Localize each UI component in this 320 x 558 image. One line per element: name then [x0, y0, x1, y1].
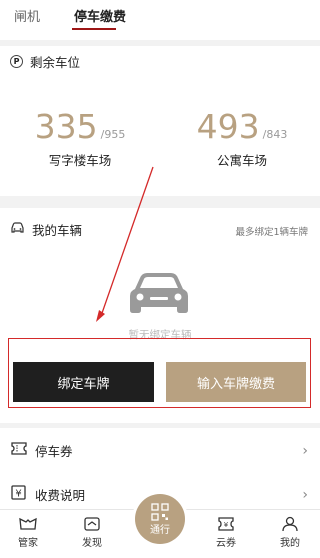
- qr-code-icon: [151, 502, 169, 521]
- list-item-label: 收费说明: [35, 487, 86, 503]
- list-item-label: 停车券: [35, 443, 73, 459]
- apartment-lot-total: /843: [262, 128, 288, 141]
- yuan-doc-icon: ¥: [11, 485, 27, 503]
- nav-item-mine[interactable]: 我的: [266, 516, 314, 549]
- nav-item-coupons[interactable]: ¥ 云券: [202, 516, 250, 549]
- annotation-highlight-box: [8, 338, 311, 408]
- chevron-right-icon: ›: [302, 443, 308, 459]
- nav-item-butler[interactable]: 管家: [4, 516, 52, 549]
- top-tab-bar: 闸机 停车缴费: [0, 0, 320, 40]
- pass-label: 通行: [150, 524, 170, 536]
- my-vehicles-header: 我的车辆: [10, 220, 82, 238]
- office-lot-stat: 335 /955 写字楼车场: [20, 108, 140, 169]
- butler-icon: [19, 517, 37, 530]
- apartment-lot-name: 公寓车场: [216, 153, 267, 168]
- tab-parking-payment[interactable]: 停车缴费: [74, 0, 126, 26]
- svg-text:¥: ¥: [15, 489, 21, 500]
- nav-label: 云券: [216, 538, 236, 549]
- availability-header: P 剩余车位: [10, 52, 80, 70]
- active-tab-indicator: [72, 28, 116, 30]
- empty-car-icon: [128, 270, 190, 316]
- nav-item-discover[interactable]: 发现: [68, 516, 116, 549]
- apartment-lot-stat: 493 /843 公寓车场: [184, 108, 300, 169]
- pass-qr-button[interactable]: 通行: [135, 494, 185, 544]
- chevron-right-icon: ›: [302, 487, 308, 503]
- availability-title: 剩余车位: [30, 54, 81, 70]
- discover-icon: [84, 517, 100, 531]
- coupon-icon: ¥: [218, 517, 234, 531]
- list-item-parking-coupon[interactable]: 停车券 ›: [0, 428, 320, 472]
- nav-label: 我的: [280, 538, 300, 549]
- my-vehicles-title: 我的车辆: [32, 222, 83, 238]
- office-lot-name: 写字楼车场: [48, 153, 112, 168]
- office-lot-total: /955: [100, 128, 126, 141]
- svg-text:¥: ¥: [224, 521, 229, 529]
- nav-label: 管家: [18, 538, 38, 549]
- nav-label: 发现: [82, 538, 102, 549]
- plate-limit-hint: 最多绑定1辆车牌: [235, 227, 308, 238]
- car-small-icon: [10, 221, 25, 237]
- ticket-icon: [11, 442, 27, 458]
- tab-gate[interactable]: 闸机: [14, 0, 40, 26]
- apartment-lot-available: 493: [196, 107, 260, 146]
- parking-p-icon: P: [10, 54, 23, 68]
- user-icon: [282, 516, 298, 532]
- office-lot-available: 335: [34, 107, 98, 146]
